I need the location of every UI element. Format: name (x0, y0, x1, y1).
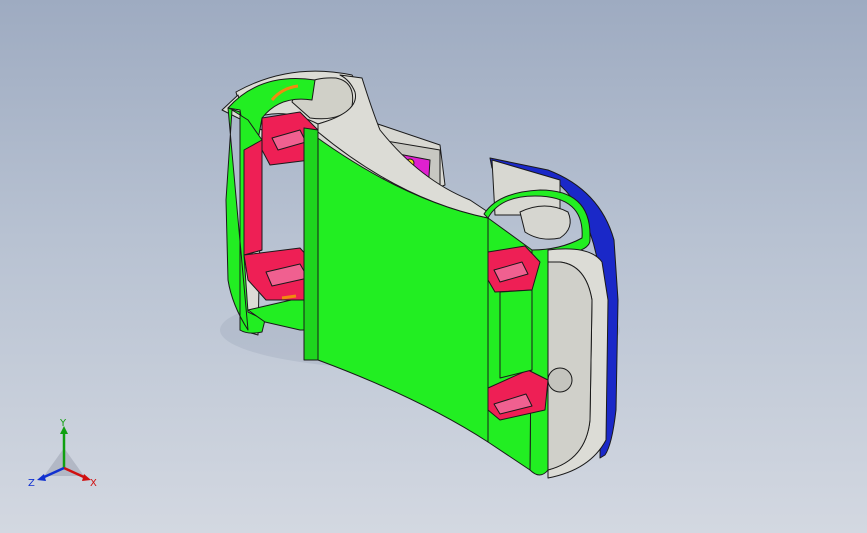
orange-arc-bottom (281, 294, 297, 300)
central-face-left-edge (303, 127, 319, 361)
shell-notch (547, 367, 573, 393)
z-axis-label: Z (28, 478, 35, 489)
left-mid-rib-wall (243, 139, 263, 256)
right-mid-wall (499, 289, 533, 379)
z-axis-arrow-icon (37, 474, 46, 481)
right-shell-face (547, 261, 593, 471)
y-axis-label: Y (59, 418, 67, 429)
3d-model-viewport[interactable] (0, 0, 867, 533)
view-orientation-triad[interactable]: Y X Z (24, 418, 104, 498)
right-section-hole (519, 205, 571, 240)
cad-part-assembly[interactable] (221, 70, 619, 479)
x-axis-label: X (90, 478, 97, 489)
